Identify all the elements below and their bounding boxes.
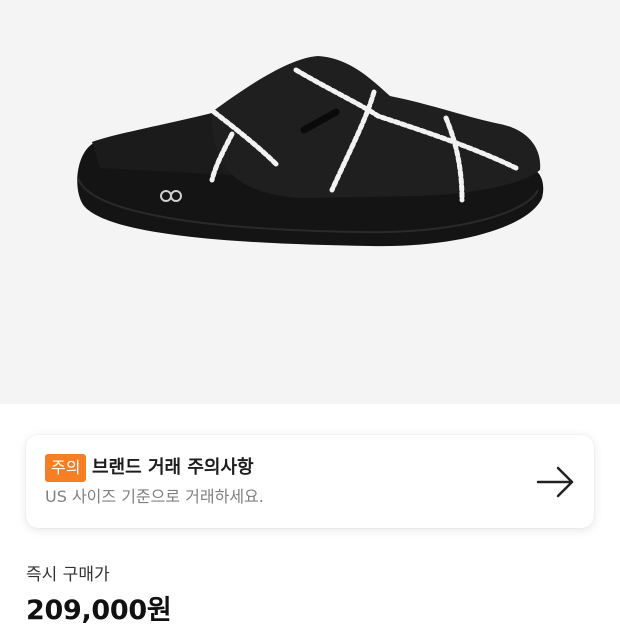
notice-title: 브랜드 거래 주의사항 [92,457,254,478]
instant-buy-price-label: 즉시 구매가 [26,565,110,585]
caution-badge: 주의 [45,454,87,482]
brand-trade-notice-card[interactable]: 주의 브랜드 거래 주의사항 US 사이즈 기준으로 거래하세요. [26,435,594,528]
notice-subtitle: US 사이즈 기준으로 거래하세요. [45,487,264,506]
arrow-right-icon[interactable] [536,462,576,502]
product-image-area[interactable] [0,0,620,404]
instant-buy-price: 209,000원 [26,595,172,626]
shoe-upper [211,56,541,198]
product-image [77,56,544,247]
